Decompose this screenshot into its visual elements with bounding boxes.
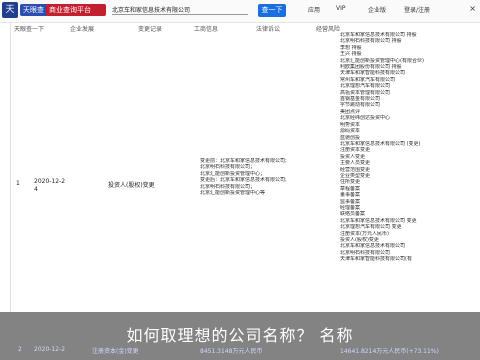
row-date: 2020-12-2 4 bbox=[34, 178, 66, 193]
nav-apps[interactable]: 应用 bbox=[308, 5, 320, 14]
history-list: 北京车和家信息技术有限公司 持股 北京明石科技有限公司 持股 李想 持股 王兴 … bbox=[340, 32, 468, 263]
brand-subtitle: 商业查询平台 bbox=[46, 4, 106, 16]
change-line: 北京汇能创新投资管理中心等 bbox=[200, 190, 266, 197]
bottom-row-after: 14641.8214万元人民币(+73.11%) bbox=[340, 348, 439, 355]
search-button[interactable]: 查一下 bbox=[258, 4, 286, 17]
top-bar: 天 天眼查 商业查询平台 北京车和家信息技术有限公司 查一下 应用 VIP 企业… bbox=[0, 0, 480, 23]
tag-4[interactable]: 工商信息 bbox=[194, 24, 218, 33]
subtitle-text: 如何取理想的公司名称？ 名称 bbox=[126, 326, 354, 345]
close-icon[interactable]: × bbox=[469, 4, 476, 13]
tag-1[interactable]: 天眼查一下 bbox=[14, 24, 44, 33]
divider bbox=[10, 22, 11, 312]
nav-login[interactable]: 登录/注册 bbox=[404, 5, 430, 14]
row-index: 1 bbox=[16, 180, 20, 187]
bottom-row-item: 注册资本(金)变更 bbox=[92, 348, 139, 355]
history-line: 天津车和家智能科技有限公司(有 bbox=[340, 256, 412, 263]
row-item: 投资人(股权)变更 bbox=[108, 182, 155, 189]
bottom-row-date: 2020-12-2 bbox=[34, 346, 66, 353]
bottom-row-before: 8451.3148万元人民币 bbox=[200, 348, 263, 355]
logo-icon[interactable]: 天 bbox=[2, 2, 18, 18]
search-input[interactable]: 北京车和家信息技术有限公司 bbox=[112, 5, 248, 15]
tag-2[interactable]: 企业发展 bbox=[70, 24, 94, 33]
nav-vip[interactable]: VIP bbox=[336, 5, 346, 12]
tag-6[interactable]: 经营风险 bbox=[316, 24, 340, 33]
nav-enterprise[interactable]: 企业版 bbox=[368, 5, 386, 14]
tag-5[interactable]: 法律诉讼 bbox=[256, 24, 280, 33]
bottom-row-index: 2 bbox=[18, 346, 22, 353]
tag-3[interactable]: 变更记录 bbox=[138, 24, 162, 33]
change-details: 变更前：北京车和家信息技术有限公司; 北京明石科技有限公司； 北京汇能创新投资管… bbox=[200, 158, 322, 196]
brand-chip[interactable]: 天眼查 bbox=[20, 4, 48, 16]
